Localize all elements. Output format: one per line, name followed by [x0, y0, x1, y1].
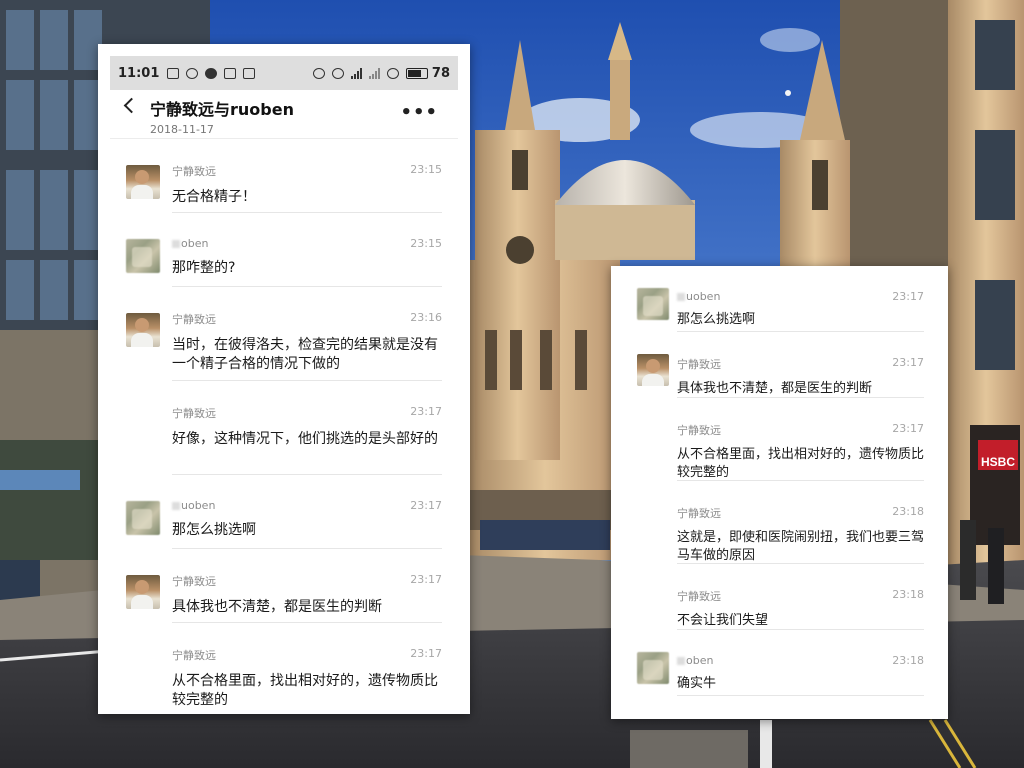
message-item: 宁静致远 23:16 当时，在彼得洛夫，检查完的结果就是没有一个精子合格的情况下… — [98, 287, 470, 381]
sender-name: 宁静致远 — [677, 424, 721, 437]
message-text[interactable]: 那怎么挑选啊 — [172, 521, 442, 540]
sender-name: oben — [677, 630, 924, 667]
hsbc-sign: HSBC — [981, 455, 1015, 469]
message-list: uoben 23:17 那怎么挑选啊 宁静致远 23:17 具体我也不清楚，都是… — [611, 266, 948, 696]
chat-header: 宁静致远与ruoben 2018-11-17 ••• — [98, 90, 470, 138]
avatar[interactable] — [126, 239, 160, 273]
avatar[interactable] — [126, 313, 160, 347]
message-time: 23:18 — [892, 654, 924, 667]
message-time: 23:17 — [892, 290, 924, 303]
status-bar: 11:01 78 — [110, 56, 458, 90]
chat-screenshot-left: 11:01 78 宁静致远与ruoben 2018-11-17 ••• 宁静致远… — [98, 44, 470, 714]
message-time: 23:16 — [410, 311, 442, 324]
message-item: 宁静致远 23:18 不会让我们失望 — [611, 564, 948, 630]
sender-name: 宁静致远 — [172, 165, 216, 178]
signal-2-icon — [368, 67, 380, 79]
status-time: 11:01 — [118, 65, 160, 81]
message-time: 23:15 — [410, 163, 442, 176]
message-time: 23:18 — [892, 505, 924, 518]
message-item: 宁静致远 23:18 这就是，即使和医院闹别扭，我们也要三驾马车做的原因 — [611, 481, 948, 564]
message-text[interactable]: 无合格精子！ — [172, 188, 442, 207]
avatar[interactable] — [126, 575, 160, 609]
data-saver-icon — [386, 67, 399, 79]
battery-indicator: 78 — [405, 65, 450, 81]
avatar[interactable] — [637, 652, 669, 684]
message-text[interactable]: 当时，在彼得洛夫，检查完的结果就是没有一个精子合格的情况下做的 — [172, 336, 442, 374]
message-item: 宁静致远 23:17 从不合格里面，找出相对好的，遗传物质比较完整的 — [611, 398, 948, 481]
avatar[interactable] — [637, 288, 669, 320]
message-list: 宁静致远 23:15 无合格精子！ oben 23:15 那咋整的? 宁静致远 … — [98, 139, 470, 714]
message-text[interactable]: 那咋整的? — [172, 259, 442, 278]
message-item: 宁静致远 23:17 从不合格里面，找出相对好的，遗传物质比较完整的 — [98, 623, 470, 714]
sender-name: 宁静致远 — [172, 407, 216, 420]
battery-percent: 78 — [431, 65, 450, 81]
message-item: uoben 23:17 那怎么挑选啊 — [611, 266, 948, 332]
blocked-notification-icon — [186, 67, 199, 79]
signal-icon — [350, 67, 362, 79]
message-time: 23:17 — [410, 499, 442, 512]
chat-screenshot-right: uoben 23:17 那怎么挑选啊 宁静致远 23:17 具体我也不清楚，都是… — [611, 266, 948, 719]
message-time: 23:17 — [892, 356, 924, 369]
sender-name: uoben — [172, 475, 442, 512]
message-item: 宁静致远 23:15 无合格精子！ — [98, 139, 470, 213]
message-text[interactable]: 那怎么挑选啊 — [677, 311, 924, 329]
message-item: 宁静致远 23:17 好像，这种情况下，他们挑选的是头部好的 — [98, 381, 470, 475]
alarm-icon — [312, 67, 325, 79]
system-icons: 78 — [312, 65, 450, 81]
image-notification-icon — [243, 67, 256, 79]
message-time: 23:15 — [410, 237, 442, 250]
sender-name: oben — [172, 213, 442, 250]
message-item: uoben 23:17 那怎么挑选啊 — [98, 475, 470, 549]
avatar[interactable] — [126, 165, 160, 199]
message-notification-icon — [205, 67, 218, 79]
message-text[interactable]: 这就是，即使和医院闹别扭，我们也要三驾马车做的原因 — [677, 529, 924, 565]
sender-name: 宁静致远 — [172, 313, 216, 326]
message-text[interactable]: 好像，这种情况下，他们挑选的是头部好的 — [172, 430, 442, 449]
sender-name: 宁静致远 — [677, 590, 721, 603]
list-notification-icon — [224, 67, 237, 79]
sender-name: 宁静致远 — [677, 358, 721, 371]
message-item: oben 23:15 那咋整的? — [98, 213, 470, 287]
notification-icons — [167, 67, 256, 79]
message-text[interactable]: 从不合格里面，找出相对好的，遗传物质比较完整的 — [172, 672, 442, 710]
battery-icon — [405, 67, 428, 79]
chat-date: 2018-11-17 — [150, 123, 214, 136]
message-text[interactable]: 从不合格里面，找出相对好的，遗传物质比较完整的 — [677, 446, 924, 482]
sender-name: 宁静致远 — [677, 507, 721, 520]
sender-name: 宁静致远 — [172, 649, 216, 662]
gallery-notification-icon — [167, 67, 180, 79]
message-item: 宁静致远 23:17 具体我也不清楚，都是医生的判断 — [98, 549, 470, 623]
message-time: 23:17 — [892, 422, 924, 435]
sender-name: 宁静致远 — [172, 575, 216, 588]
message-text[interactable]: 具体我也不清楚，都是医生的判断 — [172, 598, 442, 617]
wifi-icon — [331, 67, 344, 79]
message-divider — [677, 695, 924, 696]
more-dots-icon[interactable]: ••• — [400, 102, 438, 123]
back-chevron-icon[interactable] — [123, 97, 140, 114]
avatar[interactable] — [126, 501, 160, 535]
message-item: oben 23:18 确实牛 — [611, 630, 948, 696]
message-time: 23:17 — [410, 405, 442, 418]
avatar[interactable] — [637, 354, 669, 386]
message-text[interactable]: 不会让我们失望 — [677, 612, 924, 630]
message-text[interactable]: 具体我也不清楚，都是医生的判断 — [677, 380, 924, 398]
message-time: 23:18 — [892, 588, 924, 601]
message-item: 宁静致远 23:17 具体我也不清楚，都是医生的判断 — [611, 332, 948, 398]
message-text[interactable]: 确实牛 — [677, 675, 924, 693]
battery-fill — [407, 69, 422, 77]
sender-name: uoben — [677, 266, 924, 303]
message-time: 23:17 — [410, 573, 442, 586]
message-time: 23:17 — [410, 647, 442, 660]
